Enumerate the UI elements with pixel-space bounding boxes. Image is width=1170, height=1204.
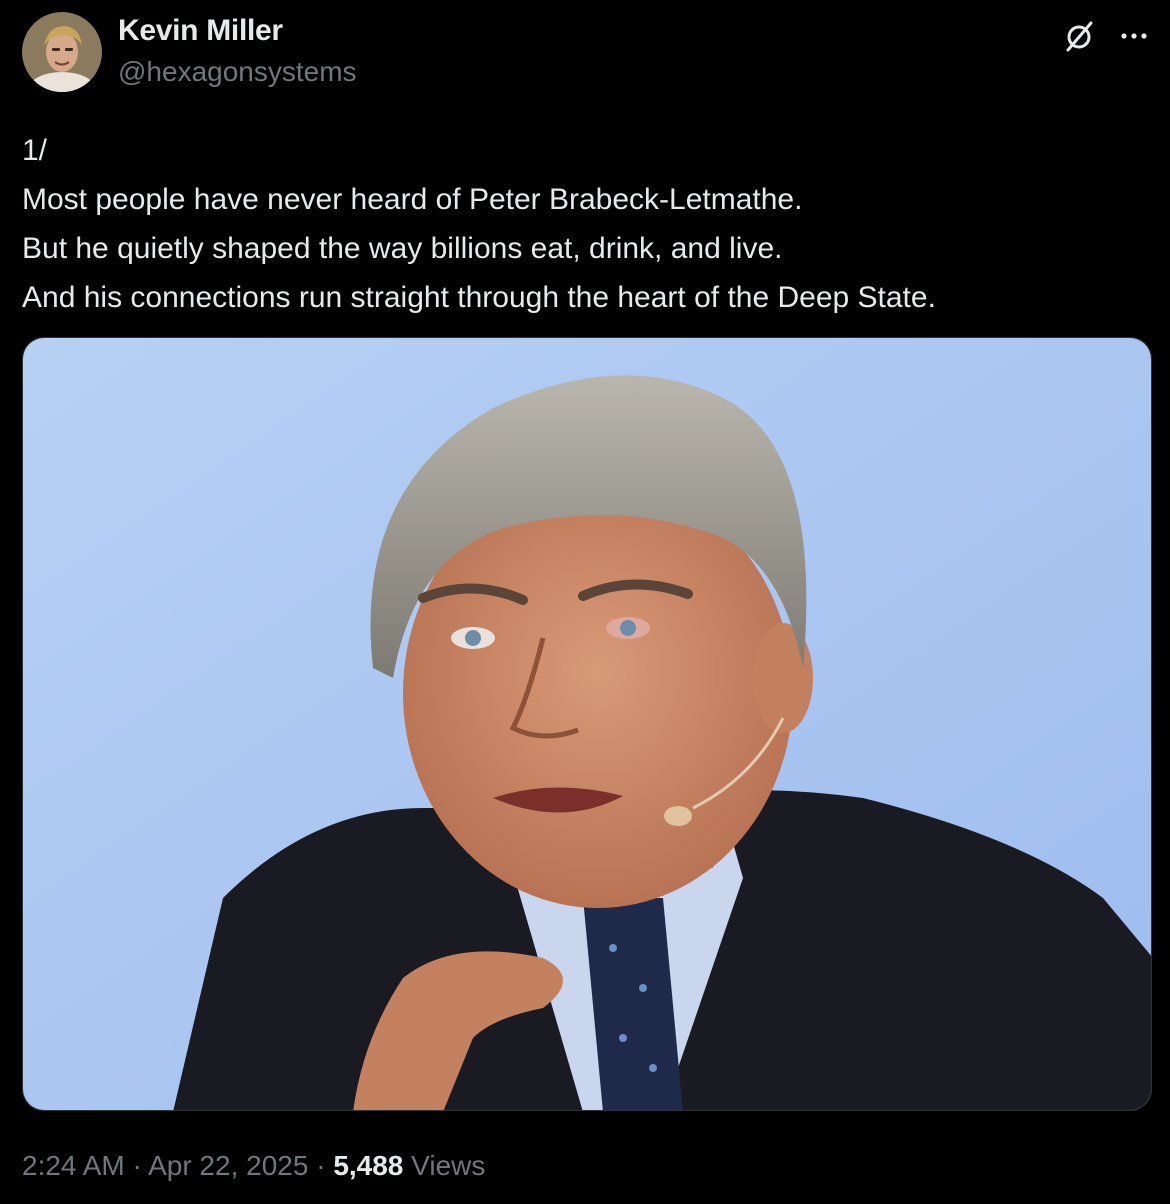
- tweet-text-line: 1/: [22, 134, 48, 167]
- meta-separator: ·: [316, 1150, 326, 1181]
- grok-slash-circle-icon[interactable]: [1062, 18, 1098, 54]
- author-avatar[interactable]: [22, 12, 102, 92]
- tweet-photo[interactable]: [22, 337, 1152, 1111]
- author-handle[interactable]: @hexagonsystems: [118, 56, 357, 88]
- tweet-date[interactable]: Apr 22, 2025: [148, 1150, 308, 1181]
- views-count[interactable]: 5,488: [333, 1150, 403, 1181]
- meta-separator: ·: [132, 1150, 142, 1181]
- tweet: Kevin Miller @hexagonsystems 1/ Most peo…: [0, 0, 1170, 1204]
- tweet-time[interactable]: 2:24 AM: [22, 1150, 125, 1181]
- tweet-text-line: And his connections run straight through…: [22, 281, 936, 314]
- views-label: Views: [411, 1150, 486, 1181]
- more-horizontal-icon[interactable]: [1116, 18, 1152, 54]
- author-name[interactable]: Kevin Miller: [118, 14, 283, 48]
- tweet-text-line: Most people have never heard of Peter Br…: [22, 183, 803, 216]
- tweet-text-line: But he quietly shaped the way billions e…: [22, 232, 783, 265]
- tweet-text: 1/ Most people have never heard of Peter…: [22, 126, 1142, 322]
- tweet-meta: 2:24 AM · Apr 22, 2025 · 5,488 Views: [22, 1150, 485, 1182]
